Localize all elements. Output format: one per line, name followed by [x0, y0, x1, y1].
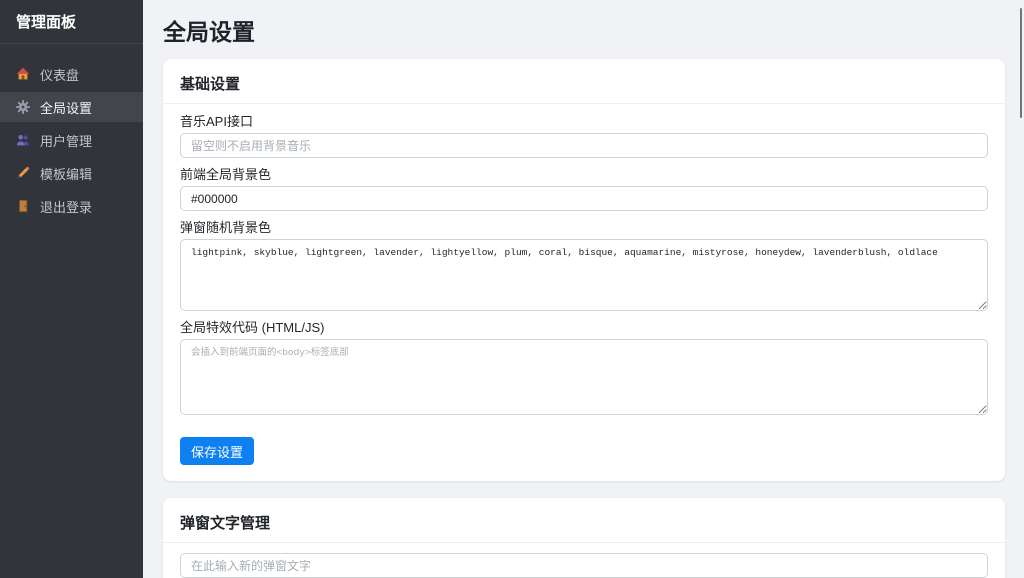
sidebar-app-title: 管理面板: [0, 0, 143, 44]
sidebar-item-user-management[interactable]: 用户管理: [0, 125, 143, 155]
sidebar-item-label: 模板编辑: [40, 164, 92, 183]
sidebar-item-label: 退出登录: [40, 197, 92, 216]
frontend-bg-input[interactable]: [180, 186, 988, 211]
sidebar-item-logout[interactable]: 退出登录: [0, 191, 143, 221]
main-content: 全局设置 基础设置 音乐API接口 前端全局背景色 弹窗随机背景色 lightp…: [143, 0, 1024, 578]
popup-text-card-body: [163, 543, 1005, 578]
sidebar-item-label: 仪表盘: [40, 65, 79, 84]
frontend-bg-label: 前端全局背景色: [180, 167, 988, 182]
sidebar-item-global-settings[interactable]: 全局设置: [0, 92, 143, 122]
frontend-bg-field-group: 前端全局背景色: [180, 167, 988, 211]
pencil-icon: [16, 166, 30, 180]
sidebar-item-template-edit[interactable]: 模板编辑: [0, 158, 143, 188]
door-icon: [16, 199, 30, 213]
house-icon: [16, 67, 30, 81]
basic-settings-card-title: 基础设置: [163, 59, 1005, 104]
basic-settings-card: 基础设置 音乐API接口 前端全局背景色 弹窗随机背景色 lightpink, …: [163, 59, 1005, 481]
users-icon: [16, 133, 30, 147]
effects-code-label: 全局特效代码 (HTML/JS): [180, 320, 988, 335]
sidebar-nav: 仪表盘 全局设置: [0, 44, 143, 221]
page-title: 全局设置: [163, 19, 1005, 45]
popup-bg-textarea[interactable]: lightpink, skyblue, lightgreen, lavender…: [180, 239, 988, 311]
sidebar-item-label: 用户管理: [40, 131, 92, 150]
popup-bg-label: 弹窗随机背景色: [180, 220, 988, 235]
popup-text-card-title: 弹窗文字管理: [163, 498, 1005, 543]
basic-settings-card-body: 音乐API接口 前端全局背景色 弹窗随机背景色 lightpink, skybl…: [163, 104, 1005, 481]
save-settings-button[interactable]: 保存设置: [180, 437, 254, 465]
music-api-input[interactable]: [180, 133, 988, 158]
sidebar: 管理面板 仪表盘: [0, 0, 143, 578]
effects-code-textarea[interactable]: [180, 339, 988, 415]
popup-bg-field-group: 弹窗随机背景色 lightpink, skyblue, lightgreen, …: [180, 220, 988, 311]
music-api-field-group: 音乐API接口: [180, 114, 988, 158]
gear-icon: [16, 100, 30, 114]
vertical-scrollbar[interactable]: [1020, 8, 1022, 118]
sidebar-item-label: 全局设置: [40, 98, 92, 117]
new-popup-text-input[interactable]: [180, 553, 988, 578]
sidebar-item-dashboard[interactable]: 仪表盘: [0, 59, 143, 89]
music-api-label: 音乐API接口: [180, 114, 988, 129]
effects-code-field-group: 全局特效代码 (HTML/JS): [180, 320, 988, 415]
popup-text-card: 弹窗文字管理: [163, 498, 1005, 578]
